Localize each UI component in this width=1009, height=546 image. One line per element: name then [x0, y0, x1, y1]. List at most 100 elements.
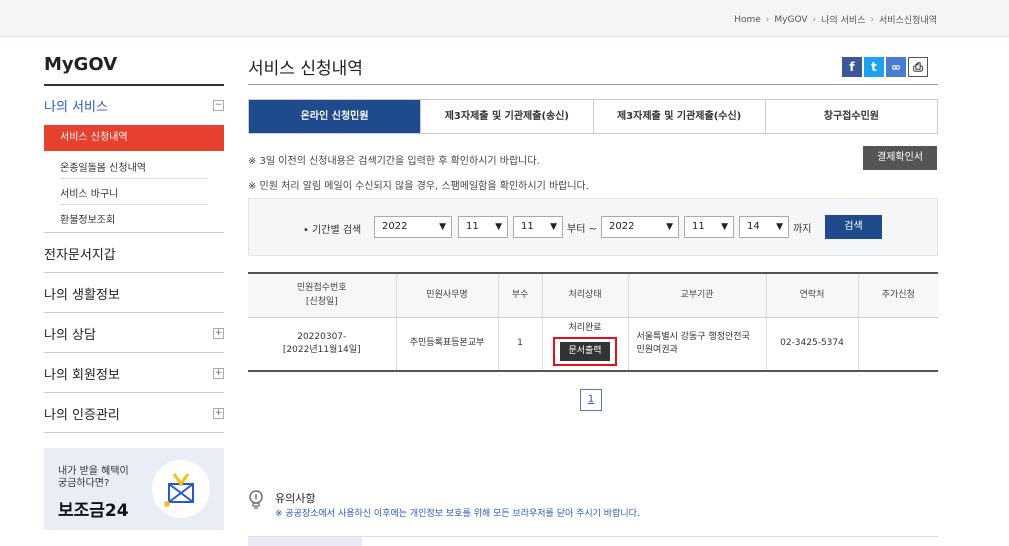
agency-line1: 서울특별시 강동구 행정안전국 [636, 331, 750, 342]
to-day-select[interactable]: 14 ▼ [739, 216, 789, 238]
tab-counter-application[interactable]: 창구접수민원 [764, 100, 937, 133]
select-value: 2022 [382, 221, 408, 232]
top-bar: Home › MyGOV › 나의 서비스 › 서비스신청내역 [0, 0, 1009, 37]
receipt-number[interactable]: 20220307- [248, 331, 396, 344]
bottom-section-header [248, 537, 362, 546]
subsidy-banner[interactable]: 내가 받을 혜택이 궁금하다면? 보조금24 [44, 448, 224, 530]
sidebar-title: MyGOV [44, 54, 118, 75]
link-icon[interactable]: ∞ [886, 57, 906, 77]
sidebar-item-life-info[interactable]: 나의 생활정보 [44, 284, 224, 303]
chevron-right-icon: › [812, 14, 817, 25]
divider [44, 432, 224, 433]
from-month-select[interactable]: 11 ▼ [458, 216, 508, 238]
banner-line2: 궁금하다면? [58, 478, 110, 489]
from-suffix: 부터 ~ [567, 224, 597, 235]
twitter-icon[interactable]: t [864, 57, 884, 77]
search-button[interactable]: 검색 [825, 215, 882, 239]
sidebar-item-label: 나의 인증관리 [44, 408, 120, 423]
sidebar-subitem-refund-lookup[interactable]: 환불정보조회 [60, 211, 208, 226]
breadcrumb-current: 서비스신청내역 [879, 16, 937, 26]
expand-icon[interactable]: + [213, 368, 224, 379]
divider [44, 84, 224, 86]
tab-third-party-sent[interactable]: 제3자제출 및 기관제출(송신) [420, 100, 592, 133]
divider [60, 178, 208, 179]
banner-text: 내가 받을 혜택이 궁금하다면? [58, 466, 129, 490]
page-title: 서비스 신청내역 [248, 59, 363, 79]
sidebar-item-auth-manage[interactable]: 나의 인증관리 + [44, 404, 224, 423]
tab-third-party-received[interactable]: 제3자제출 및 기관제출(수신) [592, 100, 765, 133]
to-suffix: 까지 [793, 224, 812, 235]
divider [44, 312, 224, 313]
sidebar-subitem-care-history[interactable]: 온종일돌봄 신청내역 [60, 159, 208, 174]
page-1-link[interactable]: 1 [580, 389, 602, 411]
notice-search-period: ※ 3일 이전의 신청내용은 검색기간을 입력한 후 확인하시기 바랍니다. [248, 156, 540, 167]
notice-spam-mail: ※ 민원 처리 알림 메일이 수신되지 않을 경우, 스팸메일함을 확인하시기 … [248, 181, 589, 192]
chevron-right-icon: › [765, 14, 770, 25]
sidebar-item-consult[interactable]: 나의 상담 + [44, 324, 224, 343]
search-label: • 기간별 검색 [303, 225, 362, 236]
chevron-down-icon: ▼ [666, 222, 673, 232]
to-month-select[interactable]: 11 ▼ [684, 216, 734, 238]
breadcrumb-my-service[interactable]: 나의 서비스 [821, 13, 865, 26]
chevron-down-icon: ▼ [439, 222, 446, 232]
share-toolbar: f t ∞ ⎙ [842, 57, 928, 77]
collapse-icon[interactable]: − [213, 100, 224, 111]
sidebar-subitem-service-basket[interactable]: 서비스 바구니 [60, 185, 208, 200]
breadcrumb-mygov[interactable]: MyGOV [774, 15, 807, 25]
payment-confirmation-button[interactable]: 결제확인서 [863, 146, 937, 170]
phone-cell: 02-3425-5374 [765, 317, 858, 372]
caution-text: ※ 공공장소에서 사용하신 이후에는 개인정보 보호를 위해 모든 브라우저를 … [275, 509, 640, 519]
print-icon[interactable]: ⎙ [908, 57, 928, 77]
column-header: 연락처 [765, 273, 858, 318]
search-panel: • 기간별 검색 2022 ▼ 11 ▼ 11 ▼ 부터 ~ 2022 ▼ 11… [248, 198, 938, 256]
chevron-down-icon: ▼ [721, 222, 728, 232]
to-year-select[interactable]: 2022 ▼ [601, 216, 679, 238]
table-row: 20220307- [2022년11월14일] 주민등록표등본교부 1 처리완료… [248, 317, 938, 372]
divider [44, 272, 224, 273]
sidebar-item-member-info[interactable]: 나의 회원정보 + [44, 364, 224, 383]
chevron-down-icon: ▼ [550, 222, 557, 232]
gift-icon [152, 460, 210, 518]
bottom-section [248, 536, 938, 546]
divider [248, 84, 938, 85]
select-value: 11 [521, 221, 534, 232]
select-value: 2022 [609, 221, 635, 232]
sidebar-item-label: 나의 상담 [44, 328, 96, 343]
sidebar-item-my-service[interactable]: 나의 서비스 − [44, 96, 224, 115]
sidebar-item-document-wallet[interactable]: 전자문서지갑 [44, 244, 224, 263]
count-cell: 1 [497, 317, 542, 372]
tab-bar: 온라인 신청민원 제3자제출 및 기관제출(송신) 제3자제출 및 기관제출(수… [248, 99, 938, 134]
column-header: 추가신청 [857, 273, 938, 318]
table-header-row: 민원접수번호 [신청일] 민원사무명 부수 처리상태 교부기관 연락처 추가신청 [248, 273, 938, 318]
divider [44, 392, 224, 393]
status-text: 처리완료 [568, 322, 602, 333]
select-value: 11 [692, 221, 705, 232]
facebook-icon[interactable]: f [842, 57, 862, 77]
divider [44, 232, 224, 233]
agency-cell: 서울특별시 강동구 행정안전국 민원여권과 [627, 317, 766, 372]
sidebar-item-label: 나의 서비스 [44, 100, 108, 115]
extra-request-cell [857, 317, 938, 372]
receipt-number-cell[interactable]: 20220307- [2022년11월14일] [248, 317, 396, 372]
chevron-down-icon: ▼ [776, 222, 783, 232]
column-header: 민원접수번호 [신청일] [248, 273, 396, 318]
column-header: 민원사무명 [395, 273, 498, 318]
tab-online-application[interactable]: 온라인 신청민원 [249, 100, 421, 133]
agency-line2: 민원여권과 [636, 344, 678, 355]
sidebar-subitem-service-history[interactable]: 서비스 신청내역 [44, 125, 224, 151]
from-year-select[interactable]: 2022 ▼ [374, 216, 452, 238]
banner-title: 보조금24 [58, 501, 129, 521]
highlight-box: 문서출력 [553, 336, 617, 366]
from-day-select[interactable]: 11 ▼ [513, 216, 563, 238]
print-document-button[interactable]: 문서출력 [560, 341, 610, 361]
expand-icon[interactable]: + [213, 328, 224, 339]
application-table: 민원접수번호 [신청일] 민원사무명 부수 처리상태 교부기관 연락처 추가신청… [248, 272, 938, 372]
breadcrumb-home[interactable]: Home [734, 15, 761, 25]
service-name-cell: 주민등록표등본교부 [395, 317, 498, 372]
expand-icon[interactable]: + [213, 408, 224, 419]
breadcrumb: Home › MyGOV › 나의 서비스 › 서비스신청내역 [734, 13, 937, 27]
banner-line1: 내가 받을 혜택이 [58, 466, 129, 477]
divider [44, 352, 224, 353]
application-date: [2022년11월14일] [282, 344, 361, 355]
sidebar-item-label: 나의 회원정보 [44, 368, 120, 383]
